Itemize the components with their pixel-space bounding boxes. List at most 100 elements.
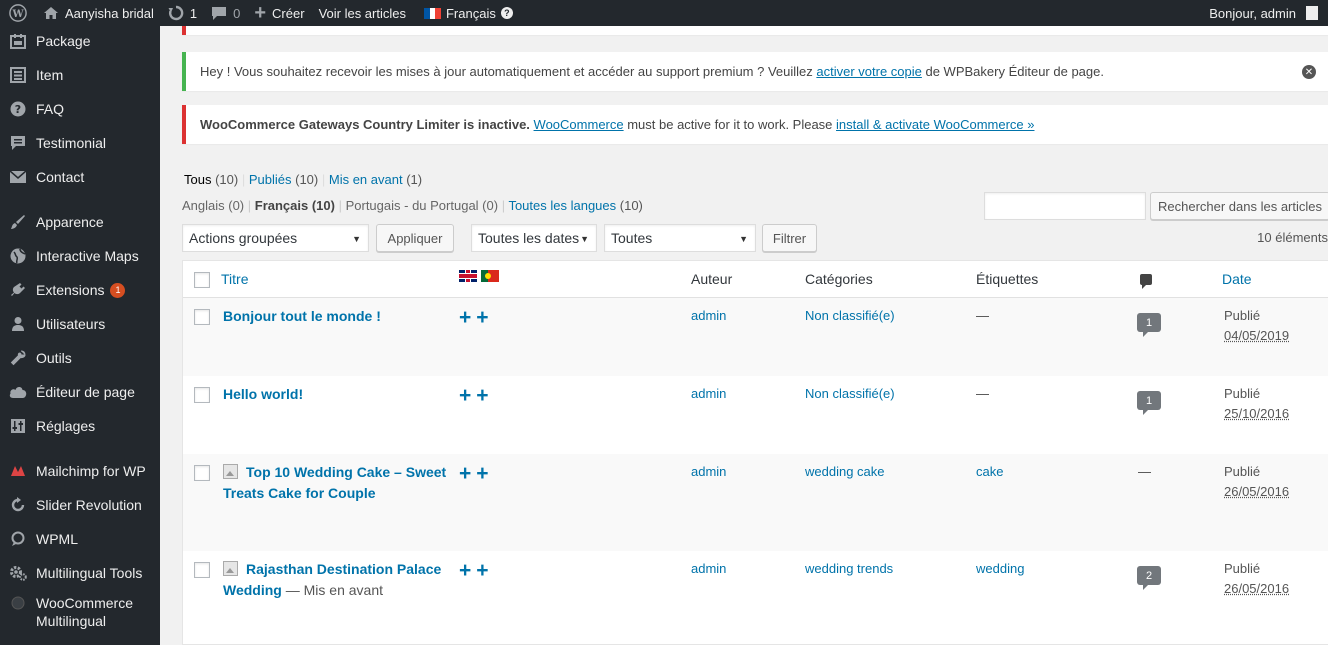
category-filter-select[interactable]: Toutes ▼	[604, 224, 756, 252]
notice-text: WooCommerce Gateways Country Limiter is …	[200, 117, 1034, 132]
notice-partial	[182, 26, 1328, 35]
dismiss-icon[interactable]: ✕	[1302, 65, 1316, 79]
update-badge: 1	[110, 282, 126, 298]
add-translation-icons[interactable]: ++	[459, 560, 494, 581]
post-author[interactable]: admin	[691, 559, 726, 579]
post-author[interactable]: admin	[691, 384, 726, 404]
sidebar-item-label: WooCommerce Multilingual	[36, 595, 133, 629]
lang-english[interactable]: Anglais (0)	[182, 198, 244, 213]
post-title-link[interactable]: Bonjour tout le monde !	[223, 308, 381, 324]
comment-count-bubble[interactable]: 1	[1137, 391, 1161, 415]
comment-count-bubble[interactable]: 2	[1137, 566, 1161, 590]
add-translation-icons[interactable]: ++	[459, 307, 494, 328]
updates-menu[interactable]: 1	[161, 0, 204, 26]
post-title-link-line2[interactable]: Wedding	[223, 582, 282, 598]
sidebar-item-editeur-de-page[interactable]: Éditeur de page	[0, 377, 160, 407]
sidebar-item-wpml[interactable]: WPML	[0, 524, 160, 554]
sidebar-item-mailchimp[interactable]: Mailchimp for WP	[0, 456, 160, 486]
post-category[interactable]: wedding trends	[805, 559, 893, 579]
row-checkbox[interactable]	[194, 387, 210, 403]
chevron-down-icon: ▼	[580, 234, 589, 244]
filter-button[interactable]: Filtrer	[762, 224, 817, 252]
post-category[interactable]: Non classifié(e)	[805, 384, 895, 404]
sidebar-item-label: Multilingual Tools	[36, 565, 143, 581]
view-posts-link[interactable]: Voir les articles	[312, 0, 413, 26]
apply-button[interactable]: Appliquer	[376, 224, 454, 252]
post-tags[interactable]: wedding	[976, 559, 1024, 579]
avatar	[1306, 6, 1318, 20]
sidebar-item-utilisateurs[interactable]: Utilisateurs	[0, 309, 160, 339]
search-button[interactable]: Rechercher dans les articles	[1150, 192, 1328, 220]
sidebar-item-outils[interactable]: Outils	[0, 343, 160, 373]
plugin-icon	[0, 282, 36, 298]
sidebar-item-label: Slider Revolution	[36, 497, 142, 513]
post-tags: —	[976, 308, 989, 323]
post-author[interactable]: admin	[691, 462, 726, 482]
site-name-menu[interactable]: Aanyisha bridal	[36, 0, 161, 26]
woocommerce-link[interactable]: WooCommerce	[534, 117, 624, 132]
row-checkbox[interactable]	[194, 465, 210, 481]
comment-count-bubble[interactable]: 1	[1137, 313, 1161, 337]
post-title-link[interactable]: Rajasthan Destination Palace	[246, 561, 441, 577]
view-all[interactable]: Tous (10)	[184, 172, 238, 187]
column-title[interactable]: Titre	[221, 271, 248, 287]
post-title-link-line2[interactable]: Treats Cake for Couple	[223, 485, 376, 501]
language-filter-links: Anglais (0) | Français (10) | Portugais …	[182, 198, 643, 213]
add-translation-icons[interactable]: ++	[459, 385, 494, 406]
activate-link[interactable]: activer votre copie	[816, 64, 922, 79]
notice-strong: WooCommerce Gateways Country Limiter is …	[200, 117, 530, 132]
wp-logo-menu[interactable]: W	[0, 0, 36, 26]
quote-icon	[0, 135, 36, 151]
my-account-menu[interactable]: Bonjour, admin	[1209, 6, 1328, 21]
new-content-menu[interactable]: + Créer	[247, 0, 311, 26]
comments-menu[interactable]: 0	[204, 0, 247, 26]
brush-icon	[0, 214, 36, 230]
sidebar-item-faq[interactable]: ? FAQ	[0, 94, 160, 124]
view-published[interactable]: Publiés (10)	[249, 172, 318, 187]
post-author[interactable]: admin	[691, 306, 726, 326]
search-input[interactable]	[984, 192, 1146, 220]
bulk-actions-select[interactable]: Actions groupées ▼	[182, 224, 369, 252]
date-filter-select[interactable]: Toutes les dates ▼	[471, 224, 597, 252]
image-placeholder-icon	[223, 464, 238, 479]
sidebar-item-extensions[interactable]: Extensions 1	[0, 275, 160, 305]
post-tags[interactable]: cake	[976, 462, 1003, 482]
sidebar-item-label: Outils	[36, 350, 72, 366]
language-switcher[interactable]: Français ?	[413, 0, 520, 26]
sidebar-item-reglages[interactable]: Réglages	[0, 411, 160, 441]
comment-column-icon[interactable]	[1140, 273, 1152, 289]
view-sticky[interactable]: Mis en avant (1)	[329, 172, 422, 187]
mail-icon	[0, 170, 36, 184]
sidebar-item-label: Interactive Maps	[36, 248, 139, 264]
post-date: 25/10/2016	[1224, 406, 1290, 421]
post-title-link[interactable]: Hello world!	[223, 386, 303, 402]
lang-french[interactable]: Français (10)	[255, 198, 335, 213]
post-category[interactable]: wedding cake	[805, 462, 885, 482]
sidebar-item-testimonial[interactable]: Testimonial	[0, 128, 160, 158]
column-date[interactable]: Date	[1222, 271, 1252, 287]
sidebar-item-interactive-maps[interactable]: Interactive Maps	[0, 241, 160, 271]
admin-bar: W Aanyisha bridal 1 0 + Créer Voir les a…	[0, 0, 1328, 26]
table-row: Top 10 Wedding Cake – Sweet Treats Cake …	[183, 454, 1328, 551]
sidebar-item-contact[interactable]: Contact	[0, 162, 160, 192]
sidebar-item-package[interactable]: Package	[0, 26, 160, 56]
sidebar-item-woocommerce-multilingual[interactable]: WooCommerce Multilingual	[0, 592, 160, 634]
post-status: Publié	[1224, 386, 1261, 401]
post-title-link[interactable]: Top 10 Wedding Cake – Sweet	[246, 464, 446, 480]
install-woocommerce-link[interactable]: install & activate WooCommerce »	[836, 117, 1034, 132]
sidebar-item-item[interactable]: Item	[0, 60, 160, 90]
sidebar-item-multilingual-tools[interactable]: Multilingual Tools	[0, 558, 160, 588]
posts-table: Titre Auteur Catégories Étiquettes Date …	[182, 260, 1328, 645]
help-icon[interactable]: ?	[500, 7, 513, 19]
add-translation-icons[interactable]: ++	[459, 463, 494, 484]
row-checkbox[interactable]	[194, 562, 210, 578]
post-category[interactable]: Non classifié(e)	[805, 306, 895, 326]
sidebar-item-apparence[interactable]: Apparence	[0, 207, 160, 237]
lang-all[interactable]: Toutes les langues (10)	[508, 198, 642, 213]
sidebar-item-label: Package	[36, 33, 91, 49]
lang-portuguese[interactable]: Portugais - du Portugal (0)	[346, 198, 498, 213]
select-all-checkbox[interactable]	[194, 272, 210, 288]
row-checkbox[interactable]	[194, 309, 210, 325]
sidebar-item-slider-revolution[interactable]: Slider Revolution	[0, 490, 160, 520]
table-row: Bonjour tout le monde ! ++ admin Non cla…	[183, 298, 1328, 376]
